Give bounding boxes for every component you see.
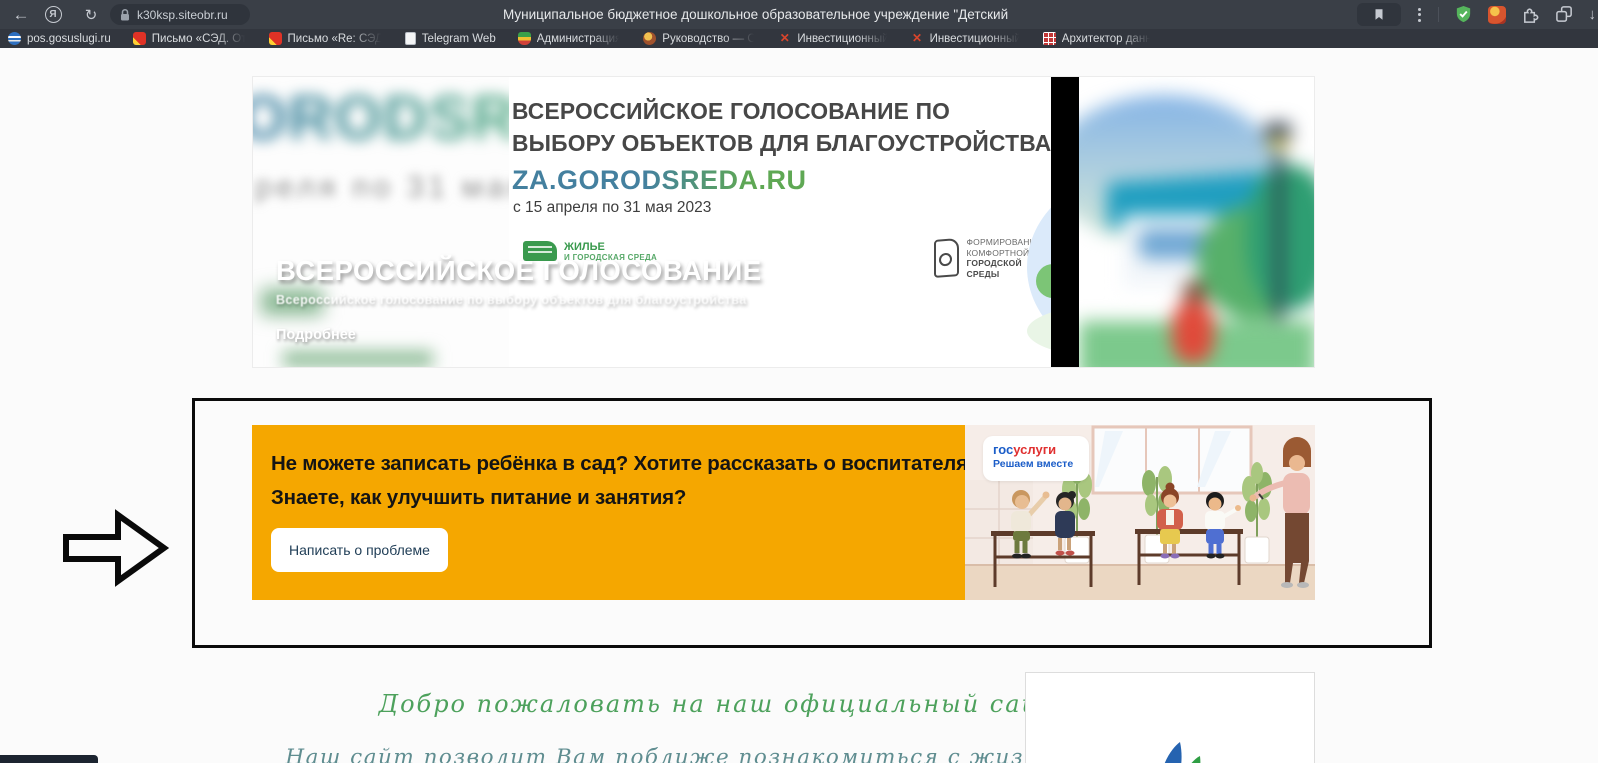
- bookmark-label: Инвестиционный: [797, 33, 888, 45]
- gosuslugi-logo-blue: гос: [993, 442, 1013, 457]
- bookmark-label: Письмо «Re: СЭД: [288, 33, 383, 45]
- bookmark-manual[interactable]: Руководство — О: [643, 32, 756, 45]
- palette-icon: [643, 32, 656, 45]
- voting-dates: с 15 апреля по 31 мая 2023: [513, 199, 711, 217]
- gosuslugi-badge: госуслуги Решаем вместе: [983, 436, 1089, 481]
- address-bar[interactable]: k30ksp.siteobr.ru: [110, 4, 250, 25]
- protect-shield-icon[interactable]: [1454, 5, 1473, 24]
- bookmark-label: Архитектор данн: [1062, 33, 1152, 45]
- slider-blurred-left: ORODSRE реля по 31 мая: [253, 77, 509, 368]
- voting-site-url: ZA.GORODSREDA.RU: [512, 165, 807, 196]
- pos-question-line1: Не можете записать ребёнка в сад? Хотите…: [271, 447, 991, 481]
- slide-black-divider: [1051, 77, 1079, 368]
- bookmarks-bar: pos.gosuslugi.ru Письмо «СЭД. От Письмо …: [0, 29, 1598, 48]
- slider-blurred-right: [1079, 77, 1315, 368]
- browser-window: ← Я ↻ k30ksp.siteobr.ru Муниципальное бю…: [0, 0, 1598, 763]
- bookmark-pos-gosuslugi[interactable]: pos.gosuslugi.ru: [8, 32, 111, 45]
- blurred-slide-date: реля по 31 мая: [255, 169, 509, 205]
- grid-icon: [1043, 32, 1056, 45]
- slide-overlay-subtitle: Всероссийское голосование по выбору объе…: [276, 293, 747, 307]
- back-button[interactable]: ←: [6, 0, 36, 29]
- extension-icon-red[interactable]: [1488, 6, 1506, 24]
- sidebar-logo-card: [1025, 672, 1315, 763]
- toolbar-right-icons: ↓: [1357, 0, 1598, 29]
- bookmark-label: Письмо «СЭД. От: [152, 33, 247, 45]
- bookmark-invest-1[interactable]: Инвестиционный: [778, 32, 888, 45]
- blurred-green-blob: [283, 351, 433, 367]
- bookmark-label: Руководство — О: [662, 33, 756, 45]
- bookmark-label: Администрация: [537, 33, 622, 45]
- bookmark-telegram[interactable]: Telegram Web: [405, 32, 496, 45]
- collections-icon[interactable]: [1555, 5, 1574, 24]
- bookmark-invest-2[interactable]: Инвестиционный: [911, 32, 1021, 45]
- pos-question: Не можете записать ребёнка в сад? Хотите…: [271, 447, 991, 515]
- lock-icon: [119, 8, 131, 22]
- slider-current-slide: ВСЕРОССИЙСКОЕ ГОЛОСОВАНИЕ ПО ВЫБОРУ ОБЪЕ…: [509, 77, 1051, 368]
- status-tooltip: [0, 755, 98, 763]
- fkgs-door-icon: [934, 238, 959, 278]
- hero-slider: ORODSRE реля по 31 мая ВСЕРОССИЙСКОЕ ГОЛ…: [252, 76, 1315, 368]
- refresh-button[interactable]: ↻: [76, 0, 106, 29]
- menu-kebab-icon[interactable]: [1416, 8, 1423, 22]
- mail-icon: [269, 32, 282, 45]
- gosuslugi-favicon: [8, 32, 21, 45]
- bookmark-architect[interactable]: Архитектор данн: [1043, 32, 1152, 45]
- url-text: k30ksp.siteobr.ru: [137, 8, 228, 22]
- mail-icon: [133, 32, 146, 45]
- headline-line1: ВСЕРОССИЙСКОЕ ГОЛОСОВАНИЕ ПО: [512, 95, 1051, 127]
- reshaem-vmeste-label: Решаем вместе: [993, 457, 1079, 471]
- joomla-icon: [778, 32, 791, 45]
- document-icon: [405, 32, 416, 45]
- bookmark-administration[interactable]: Администрация: [518, 32, 622, 45]
- bookmark-label: Telegram Web: [422, 33, 496, 45]
- toolbar-divider: [1438, 7, 1439, 22]
- emblem-icon: [518, 32, 531, 45]
- np-logo-line1: ЖИЛЬЕ: [564, 241, 657, 253]
- gosuslugi-logo-red: услуги: [1013, 442, 1056, 457]
- annotation-arrow: [60, 506, 170, 591]
- browser-toolbar: ← Я ↻ k30ksp.siteobr.ru Муниципальное бю…: [0, 0, 1598, 29]
- kindergarten-logo: [1100, 728, 1240, 763]
- slide-overlay-title: ВСЕРОССИЙСКОЕ ГОЛОСОВАНИЕ: [276, 255, 762, 287]
- joomla-icon: [911, 32, 924, 45]
- page-title-text: Муниципальное бюджетное дошкольное образ…: [503, 0, 1008, 29]
- pos-question-line2: Знаете, как улучшить питание и занятия?: [271, 481, 991, 515]
- pos-banner[interactable]: Не можете записать ребёнка в сад? Хотите…: [252, 425, 1315, 600]
- write-problem-button[interactable]: Написать о проблеме: [271, 528, 448, 572]
- podrobnee-link[interactable]: Подробнее: [276, 327, 356, 343]
- profile-icon: Я: [45, 6, 62, 23]
- extensions-puzzle-icon[interactable]: [1521, 5, 1540, 24]
- bookmark-flag-icon: [1372, 7, 1386, 22]
- blurred-slide-text: ORODSRE: [253, 83, 509, 154]
- slide-headline: ВСЕРОССИЙСКОЕ ГОЛОСОВАНИЕ ПО ВЫБОРУ ОБЪЕ…: [512, 95, 1051, 159]
- blurred-illustration: [1079, 77, 1315, 368]
- headline-line2: ВЫБОРУ ОБЪЕКТОВ ДЛЯ БЛАГОУСТРОЙСТВА: [512, 127, 1051, 159]
- bookmark-flag-button[interactable]: [1357, 3, 1401, 26]
- bookmark-mail-1[interactable]: Письмо «СЭД. От: [133, 32, 247, 45]
- pos-banner-text-area: Не можете записать ребёнка в сад? Хотите…: [252, 425, 965, 600]
- download-icon[interactable]: ↓: [1589, 6, 1597, 23]
- bookmark-label: pos.gosuslugi.ru: [27, 33, 111, 45]
- bookmark-label: Инвестиционный: [930, 33, 1021, 45]
- page-content: ORODSRE реля по 31 мая ВСЕРОССИЙСКОЕ ГОЛ…: [0, 48, 1598, 763]
- profile-button[interactable]: Я: [38, 0, 68, 29]
- bookmark-mail-2[interactable]: Письмо «Re: СЭД: [269, 32, 383, 45]
- pos-banner-illustration: госуслуги Решаем вместе: [965, 425, 1315, 600]
